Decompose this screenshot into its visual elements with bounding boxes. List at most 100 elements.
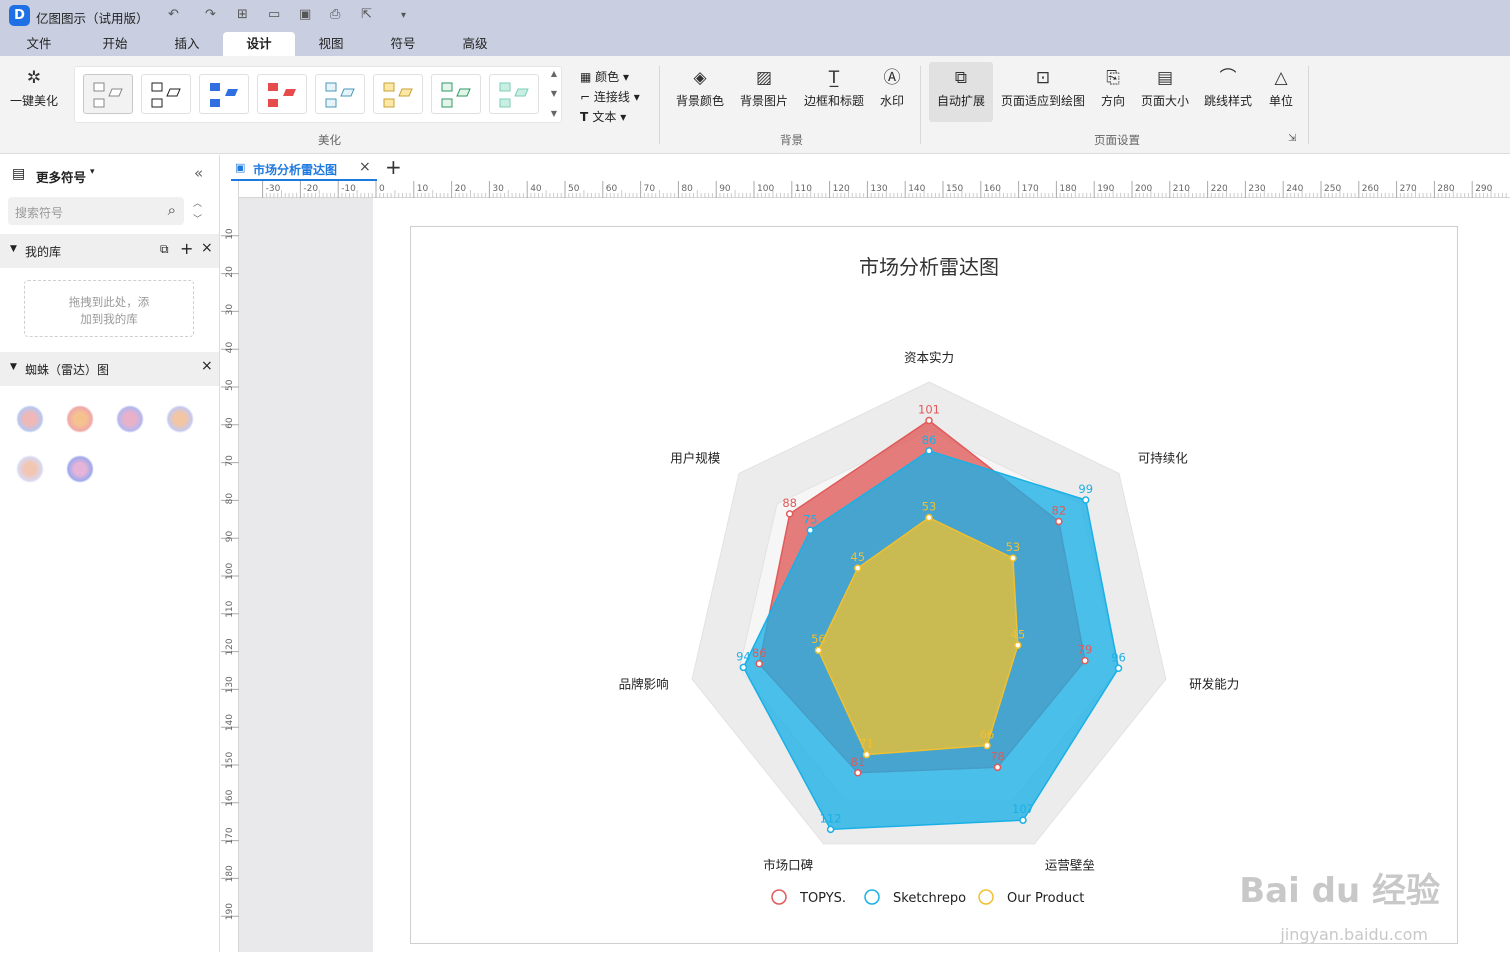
style-thumb[interactable] (315, 74, 365, 114)
scroll-down-icon[interactable]: ﹀ (193, 212, 202, 225)
radar-point[interactable] (826, 825, 835, 834)
radar-shape-thumb[interactable] (66, 455, 94, 483)
radar-shape-thumb[interactable] (16, 405, 44, 433)
my-library-header[interactable]: ▼ 我的库 ⧉ + × (0, 234, 219, 268)
direction-button[interactable]: ⎘ 方向 (1097, 68, 1129, 109)
legend-marker[interactable] (771, 889, 787, 905)
tab-symbols[interactable]: 符号 (376, 32, 430, 56)
radar-point[interactable] (862, 750, 871, 759)
data-label: 45 (850, 550, 865, 564)
customize-dropdown-icon[interactable]: ▾ (401, 10, 406, 21)
search-box[interactable]: 搜索符号 ⌕ (8, 197, 184, 225)
legend-label[interactable]: TOPYS. (799, 891, 846, 906)
radar-point[interactable] (1081, 656, 1089, 665)
radar-point[interactable] (1055, 517, 1063, 526)
style-thumb[interactable] (141, 74, 191, 114)
open-folder-icon[interactable]: ▭ (268, 7, 280, 22)
tab-view[interactable]: 视图 (304, 32, 358, 56)
radar-chart[interactable]: 101 82 79 78 81 86 88 86 99 96 107 112 94 75 53 53 45 66 7… (411, 227, 1457, 943)
tab-advanced[interactable]: 高级 (448, 32, 502, 56)
more-symbols-dropdown-icon[interactable]: ▾ (90, 167, 95, 177)
style-thumb[interactable] (257, 74, 307, 114)
radar-point[interactable] (785, 510, 794, 518)
connector-button[interactable]: ⌐ 连接线 ▾ (580, 88, 640, 105)
legend-label[interactable]: Sketchrepo (893, 891, 966, 906)
tab-insert[interactable]: 插入 (160, 32, 214, 56)
gallery-down-icon[interactable]: ▼ (551, 89, 557, 98)
add-icon[interactable]: + (180, 239, 193, 258)
radar-point[interactable] (1081, 496, 1090, 504)
tab-start[interactable]: 开始 (88, 32, 142, 56)
style-thumb[interactable] (431, 74, 481, 114)
expand-triangle-icon[interactable]: ▼ (10, 362, 17, 372)
close-tab-icon[interactable]: × (359, 159, 371, 175)
radar-point[interactable] (925, 513, 933, 522)
collapse-sidebar-icon[interactable]: « (194, 164, 203, 182)
border-title-button[interactable]: T̲ 边框和标题 (801, 68, 867, 109)
document-tab[interactable]: ▣ 市场分析雷达图 × (231, 155, 377, 181)
save-icon[interactable]: ▣ (299, 7, 311, 22)
bg-color-button[interactable]: ◈ 背景颜色 (673, 68, 727, 109)
radar-point[interactable] (854, 769, 862, 777)
auto-expand-button[interactable]: ⧉ 自动扩展 (929, 62, 993, 122)
radar-point[interactable] (739, 663, 748, 672)
radar-point[interactable] (1019, 816, 1027, 824)
radar-point[interactable] (806, 526, 815, 535)
import-icon[interactable]: ⧉ (160, 242, 169, 257)
radar-point[interactable] (993, 763, 1002, 772)
page-size-button[interactable]: ▤ 页面大小 (1139, 68, 1191, 109)
gallery-up-icon[interactable]: ▲ (551, 69, 557, 78)
style-thumb[interactable] (373, 74, 423, 114)
dialog-launcher-icon[interactable]: ⇲ (1288, 133, 1296, 144)
radar-point[interactable] (854, 564, 862, 572)
tab-file[interactable]: 文件 (12, 32, 66, 56)
scroll-up-icon[interactable]: ︿ (193, 196, 202, 209)
menu-bar: 文件 开始 插入 设计 视图 符号 高级 (0, 32, 1510, 56)
style-thumb[interactable] (83, 74, 133, 114)
search-input[interactable]: 搜索符号 (15, 204, 63, 221)
undo-icon[interactable]: ↶ (168, 7, 179, 22)
radar-shape-thumb[interactable] (16, 455, 44, 483)
style-thumb[interactable] (489, 74, 539, 114)
radar-point[interactable] (925, 447, 933, 455)
legend-marker[interactable] (864, 889, 880, 905)
close-icon[interactable]: × (201, 358, 213, 374)
jump-style-button[interactable]: ⌒ 跳线样式 (1201, 68, 1255, 109)
redo-icon[interactable]: ↷ (205, 7, 216, 22)
unit-button[interactable]: △ 单位 (1265, 68, 1297, 109)
print-icon[interactable]: ⎙ (330, 7, 340, 22)
legend-marker[interactable] (978, 889, 994, 905)
fit-page-button[interactable]: ⊡ 页面适应到绘图 (999, 68, 1087, 109)
radar-point[interactable] (1014, 641, 1022, 650)
color-button[interactable]: ▦ 颜色 ▾ (580, 68, 629, 85)
new-tab-icon[interactable]: + (385, 155, 402, 179)
more-symbols-label[interactable]: 更多符号 (36, 167, 86, 186)
chart-frame[interactable]: 市场分析雷达图 101 82 79 78 81 86 88 86 99 96 107 112 94 75 5… (410, 226, 1458, 944)
close-icon[interactable]: × (201, 240, 213, 256)
radar-point[interactable] (1009, 554, 1017, 562)
tab-design[interactable]: 设计 (223, 32, 295, 56)
drawing-page[interactable]: 市场分析雷达图 101 82 79 78 81 86 88 86 99 96 107 112 94 75 5… (373, 198, 1510, 952)
gallery-more-icon[interactable]: ▼ (551, 109, 557, 118)
radar-shape-thumb[interactable] (66, 405, 94, 433)
orientation-icon: ⎘ (1106, 68, 1120, 88)
radar-point[interactable] (983, 741, 991, 750)
radar-point[interactable] (814, 646, 823, 654)
expand-triangle-icon[interactable]: ▼ (10, 244, 17, 254)
export-icon[interactable]: ⇱ (361, 7, 372, 22)
spider-library-header[interactable]: ▼ 蜘蛛（雷达）图 × (0, 352, 219, 386)
drop-zone[interactable]: 拖拽到此处，添 加到我的库 (24, 280, 194, 337)
bg-image-button[interactable]: ▨ 背景图片 (737, 68, 791, 109)
one-click-beautify-button[interactable]: ✲ 一键美化 (8, 68, 60, 109)
radar-point[interactable] (1114, 664, 1123, 673)
watermark-button[interactable]: Ⓐ 水印 (874, 68, 910, 109)
radar-point[interactable] (755, 660, 763, 668)
radar-point[interactable] (925, 416, 933, 425)
text-button[interactable]: T 文本 ▾ (580, 108, 626, 125)
new-icon[interactable]: ⊞ (237, 7, 248, 22)
radar-shape-thumb[interactable] (116, 405, 144, 433)
radar-shape-thumb[interactable] (166, 405, 194, 433)
legend-label[interactable]: Our Product (1007, 891, 1084, 906)
search-icon[interactable]: ⌕ (168, 201, 176, 219)
style-thumb[interactable] (199, 74, 249, 114)
